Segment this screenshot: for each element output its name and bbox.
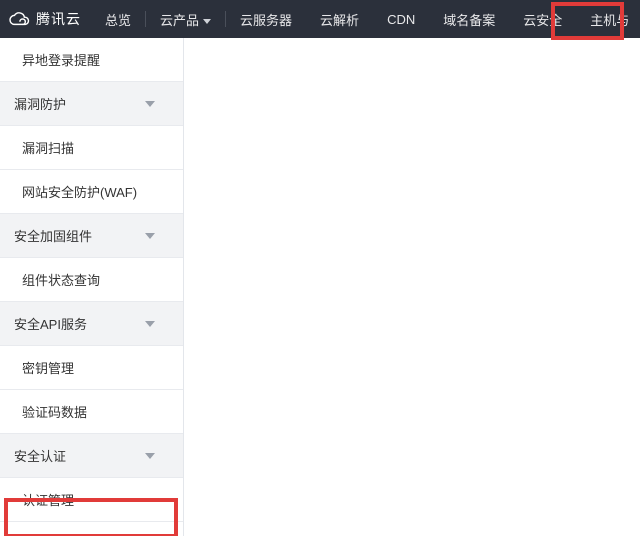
chevron-down-icon bbox=[145, 453, 155, 459]
chevron-down-icon bbox=[145, 101, 155, 107]
sidebar-menu: 异地登录提醒 漏洞防护 漏洞扫描 网站安全防护(WAF) 安全加固组件 组件状态… bbox=[0, 38, 183, 522]
brand[interactable]: 腾讯云 bbox=[0, 9, 91, 29]
sidebar-header-api[interactable]: 安全API服务 bbox=[0, 302, 183, 346]
sidebar-header-label: 安全认证 bbox=[14, 446, 66, 465]
sidebar-item-label: 认证管理 bbox=[22, 490, 74, 509]
sidebar-item-component-status[interactable]: 组件状态查询 bbox=[0, 258, 183, 302]
nav-item-overview[interactable]: 总览 bbox=[91, 0, 145, 38]
sidebar-item-label: 异地登录提醒 bbox=[22, 50, 100, 69]
sidebar-header-hardening[interactable]: 安全加固组件 bbox=[0, 214, 183, 258]
nav-item-dns[interactable]: 云解析 bbox=[306, 0, 373, 38]
nav-item-products[interactable]: 云产品 bbox=[146, 0, 225, 38]
chevron-down-icon bbox=[203, 12, 211, 27]
nav-items: 总览 云产品 云服务器 云解析 CDN 域名备案 云安全 主机与 bbox=[91, 0, 635, 38]
nav-label: 云产品 bbox=[160, 10, 199, 29]
sidebar-item-label: 验证码数据 bbox=[22, 402, 87, 421]
brand-text: 腾讯云 bbox=[36, 9, 81, 29]
nav-item-security[interactable]: 云安全 bbox=[509, 0, 576, 38]
sidebar-header-auth[interactable]: 安全认证 bbox=[0, 434, 183, 478]
sidebar: 异地登录提醒 漏洞防护 漏洞扫描 网站安全防护(WAF) 安全加固组件 组件状态… bbox=[0, 38, 184, 536]
top-nav: 腾讯云 总览 云产品 云服务器 云解析 CDN 域名备案 云安全 主机与 bbox=[0, 0, 640, 38]
sidebar-item-remote-login-alert[interactable]: 异地登录提醒 bbox=[0, 38, 183, 82]
sidebar-item-label: 漏洞扫描 bbox=[22, 138, 74, 157]
nav-item-cdn[interactable]: CDN bbox=[373, 0, 429, 38]
sidebar-item-vuln-scan[interactable]: 漏洞扫描 bbox=[0, 126, 183, 170]
nav-label: 总览 bbox=[105, 10, 131, 29]
nav-label: 主机与 bbox=[590, 10, 629, 29]
sidebar-item-captcha[interactable]: 验证码数据 bbox=[0, 390, 183, 434]
nav-label: 云解析 bbox=[320, 10, 359, 29]
nav-item-beian[interactable]: 域名备案 bbox=[429, 0, 509, 38]
nav-label: 云安全 bbox=[523, 10, 562, 29]
sidebar-header-label: 安全加固组件 bbox=[14, 226, 92, 245]
sidebar-item-label: 密钥管理 bbox=[22, 358, 74, 377]
sidebar-item-key-mgmt[interactable]: 密钥管理 bbox=[0, 346, 183, 390]
sidebar-header-label: 漏洞防护 bbox=[14, 94, 66, 113]
sidebar-item-label: 网站安全防护(WAF) bbox=[22, 182, 137, 201]
sidebar-item-waf[interactable]: 网站安全防护(WAF) bbox=[0, 170, 183, 214]
nav-item-cvm[interactable]: 云服务器 bbox=[226, 0, 306, 38]
sidebar-item-cert-mgmt[interactable]: 认证管理 bbox=[0, 478, 183, 522]
nav-label: CDN bbox=[387, 12, 415, 27]
cloud-logo-icon bbox=[8, 10, 30, 28]
nav-label: 域名备案 bbox=[443, 10, 495, 29]
chevron-down-icon bbox=[145, 233, 155, 239]
sidebar-item-label: 组件状态查询 bbox=[22, 270, 100, 289]
sidebar-header-label: 安全API服务 bbox=[14, 314, 87, 333]
sidebar-header-vuln[interactable]: 漏洞防护 bbox=[0, 82, 183, 126]
nav-label: 云服务器 bbox=[240, 10, 292, 29]
nav-item-host[interactable]: 主机与 bbox=[576, 0, 635, 38]
chevron-down-icon bbox=[145, 321, 155, 327]
